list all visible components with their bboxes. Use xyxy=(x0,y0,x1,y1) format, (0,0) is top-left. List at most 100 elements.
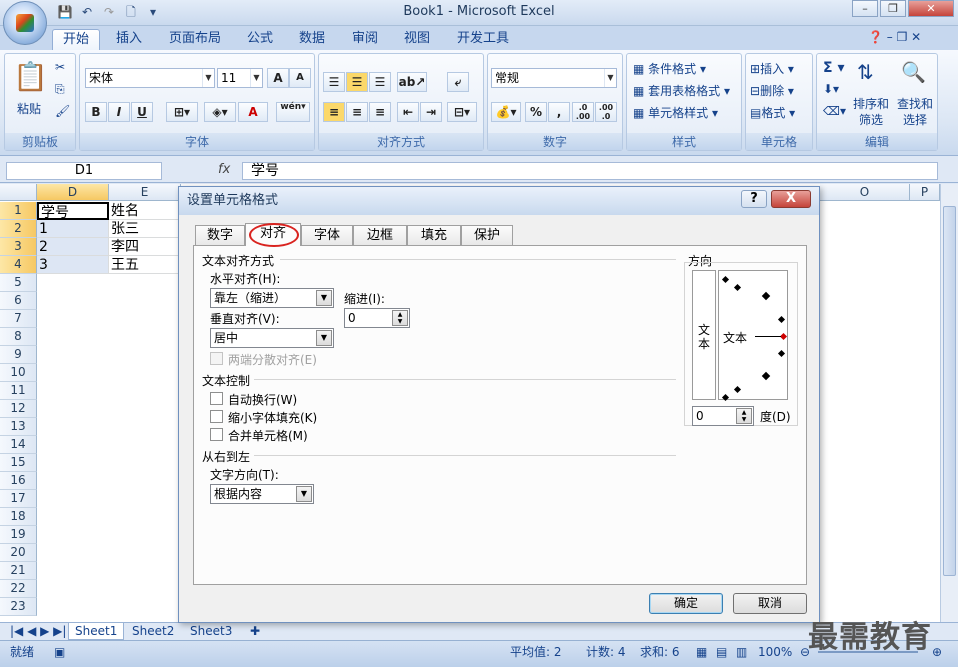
row-header[interactable]: 21 xyxy=(0,562,37,580)
formula-input[interactable]: 学号 xyxy=(242,162,938,180)
row-header[interactable]: 15 xyxy=(0,454,37,472)
tab-formulas[interactable]: 公式 xyxy=(237,29,283,50)
align-top-icon[interactable]: ☰ xyxy=(323,72,345,92)
sheet-nav-icon[interactable]: |◀ ◀ ▶ ▶| xyxy=(4,623,72,640)
cancel-button[interactable]: 取消 xyxy=(733,593,807,614)
row-header[interactable]: 17 xyxy=(0,490,37,508)
page-break-view-icon[interactable]: ▥ xyxy=(736,641,747,663)
normal-view-icon[interactable]: ▦ xyxy=(696,641,707,663)
row-header[interactable]: 4 xyxy=(0,256,37,274)
underline-button[interactable]: U xyxy=(131,102,153,122)
dial-handle[interactable] xyxy=(779,332,788,341)
tab-developer[interactable]: 开发工具 xyxy=(447,29,519,50)
currency-icon[interactable]: 💰▾ xyxy=(491,102,521,122)
row-header[interactable]: 23 xyxy=(0,598,37,616)
tab-view[interactable]: 视图 xyxy=(394,29,440,50)
dialog-tab-protection[interactable]: 保护 xyxy=(461,225,513,245)
sheet-tab-1[interactable]: Sheet1 xyxy=(68,623,125,640)
conditional-format-button[interactable]: ▦ 条件格式 ▾ xyxy=(633,60,706,77)
paste-button[interactable]: 粘贴 xyxy=(17,100,41,117)
row-header[interactable]: 7 xyxy=(0,310,37,328)
cell-d3[interactable]: 2 xyxy=(37,238,109,256)
tab-insert[interactable]: 插入 xyxy=(106,29,152,50)
sheet-tab-2[interactable]: Sheet2 xyxy=(126,623,180,640)
orientation-dial[interactable]: 文本 xyxy=(718,270,788,402)
close-button[interactable]: ✕ xyxy=(908,0,954,17)
vertical-text-box[interactable]: 文本 xyxy=(692,270,716,400)
paste-icon[interactable]: 📋 xyxy=(13,60,48,93)
align-left-icon[interactable]: ≡ xyxy=(323,102,345,122)
sort-filter-button[interactable]: 排序和 筛选 xyxy=(853,96,889,128)
merge-cells-checkbox[interactable] xyxy=(210,428,223,441)
row-header[interactable]: 19 xyxy=(0,526,37,544)
row-header[interactable]: 8 xyxy=(0,328,37,346)
cell-e2[interactable]: 张三 xyxy=(109,220,181,238)
percent-button[interactable]: % xyxy=(525,102,547,122)
tab-review[interactable]: 审阅 xyxy=(342,29,388,50)
format-cells-button[interactable]: ▤格式 ▾ xyxy=(750,104,795,121)
row-header[interactable]: 2 xyxy=(0,220,37,238)
orientation-icon[interactable]: ab↗ xyxy=(397,72,427,92)
cell-e4[interactable]: 王五 xyxy=(109,256,181,274)
dialog-close-button[interactable]: X xyxy=(771,190,811,208)
number-format-combo[interactable]: 常规 ▼ xyxy=(491,68,617,88)
wrap-text-checkbox[interactable] xyxy=(210,392,223,405)
horizontal-select[interactable]: 靠左（缩进） ▼ xyxy=(210,288,334,308)
row-header[interactable]: 10 xyxy=(0,364,37,382)
tab-page-layout[interactable]: 页面布局 xyxy=(159,29,231,50)
decrease-indent-icon[interactable]: ⇤ xyxy=(397,102,419,122)
dialog-tab-fill[interactable]: 填充 xyxy=(407,225,461,245)
page-layout-view-icon[interactable]: ▤ xyxy=(716,641,727,663)
spinner-icon[interactable]: ▲ ▼ xyxy=(392,310,408,326)
font-color-button[interactable]: A xyxy=(238,102,268,122)
font-size-combo[interactable]: 11 ▼ xyxy=(217,68,263,88)
grow-font-button[interactable]: A xyxy=(267,68,289,88)
fill-color-icon[interactable]: ◈▾ xyxy=(204,102,236,122)
row-header[interactable]: 13 xyxy=(0,418,37,436)
text-direction-select[interactable]: 根据内容 ▼ xyxy=(210,484,314,504)
comma-button[interactable]: , xyxy=(548,102,570,122)
name-box[interactable]: D1 xyxy=(6,162,162,180)
dialog-tab-number[interactable]: 数字 xyxy=(195,225,245,245)
shrink-font-button[interactable]: A xyxy=(289,68,311,88)
find-select-button[interactable]: 查找和 选择 xyxy=(897,96,933,128)
cell-e3[interactable]: 李四 xyxy=(109,238,181,256)
dialog-help-button[interactable]: ? xyxy=(741,190,767,208)
insert-cells-button[interactable]: ⊞插入 ▾ xyxy=(750,60,794,77)
row-header[interactable]: 5 xyxy=(0,274,37,292)
increase-indent-icon[interactable]: ⇥ xyxy=(420,102,442,122)
row-header[interactable]: 16 xyxy=(0,472,37,490)
cell-d4[interactable]: 3 xyxy=(37,256,109,274)
vertical-scrollbar[interactable] xyxy=(940,184,958,622)
format-painter-icon[interactable]: 🖌 xyxy=(55,104,70,118)
merge-center-icon[interactable]: ⊟▾ xyxy=(447,102,477,122)
decrease-decimal-button[interactable]: .00 .0 xyxy=(595,102,617,122)
insert-sheet-icon[interactable]: ✚ xyxy=(244,623,266,640)
scroll-thumb[interactable] xyxy=(943,206,956,576)
italic-button[interactable]: I xyxy=(108,102,130,122)
cell-e1[interactable]: 姓名 xyxy=(109,202,181,220)
office-button[interactable] xyxy=(3,1,47,45)
border-icon[interactable]: ⊞▾ xyxy=(166,102,198,122)
row-header[interactable]: 14 xyxy=(0,436,37,454)
fill-icon[interactable]: ⬇▾ xyxy=(823,82,839,96)
cut-icon[interactable]: ✂ xyxy=(55,60,65,74)
row-header[interactable]: 1 xyxy=(0,202,37,220)
spinner-icon[interactable]: ▲ ▼ xyxy=(736,408,752,424)
column-header-e[interactable]: E xyxy=(109,184,181,201)
row-header[interactable]: 3 xyxy=(0,238,37,256)
fx-icon[interactable]: fx xyxy=(218,162,230,177)
align-center-icon[interactable]: ≡ xyxy=(346,102,368,122)
copy-icon[interactable]: ⎘ xyxy=(55,82,65,97)
row-header[interactable]: 22 xyxy=(0,580,37,598)
align-bottom-icon[interactable]: ☰ xyxy=(369,72,391,92)
macro-record-icon[interactable]: ▣ xyxy=(54,641,65,663)
maximize-button[interactable]: ❐ xyxy=(880,0,906,17)
autosum-button[interactable]: Σ ▾ xyxy=(823,60,844,76)
ok-button[interactable]: 确定 xyxy=(649,593,723,614)
column-header-d[interactable]: D xyxy=(37,184,109,201)
increase-decimal-button[interactable]: .0 .00 xyxy=(572,102,594,122)
dialog-tab-font[interactable]: 字体 xyxy=(301,225,353,245)
help-icon[interactable]: ❓ – ❐ ✕ xyxy=(868,30,921,44)
justify-distributed-checkbox[interactable] xyxy=(210,352,223,365)
